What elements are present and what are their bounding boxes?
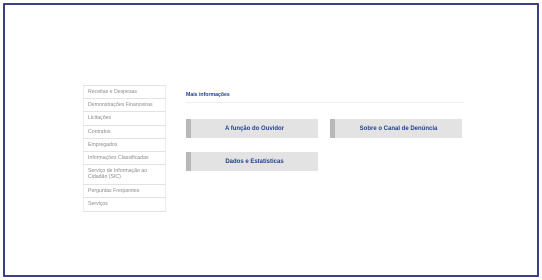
sidebar-menu: Receitas e Despesas Demonstrações Financ…	[83, 85, 166, 212]
sidebar-item-contratos[interactable]: Contratos	[83, 125, 166, 139]
more-info-title: Mais informações	[186, 92, 464, 103]
ouvidor-function-label: A função do Ouvidor	[224, 125, 285, 132]
ouvidor-function-button[interactable]: A função do Ouvidor	[186, 119, 318, 138]
sidebar-item-empregados[interactable]: Empregados	[83, 138, 166, 152]
sidebar-item-sic[interactable]: Serviço de Informação ao Cidadão (SIC)	[83, 165, 166, 186]
more-info-section: Mais informações	[186, 92, 464, 103]
sidebar-item-informacoes-classificadas[interactable]: Informações Classificadas	[83, 151, 166, 166]
sidebar-item-demonstracoes-financeiras[interactable]: Demonstrações Financeiras	[83, 99, 166, 113]
sidebar-item-receitas-despesas[interactable]: Receitas e Despesas	[83, 86, 166, 100]
sidebar-item-perguntas-frequentes[interactable]: Perguntas Frequentes	[83, 185, 166, 199]
sidebar-item-servicos[interactable]: Serviços	[83, 198, 166, 212]
data-statistics-label: Dados e Estatísticas	[225, 158, 284, 165]
complaint-channel-button[interactable]: Sobre o Canal de Denúncia	[330, 119, 462, 138]
sidebar-item-licitacoes[interactable]: Licitações	[83, 112, 166, 126]
data-statistics-button[interactable]: Dados e Estatísticas	[186, 152, 318, 171]
complaint-channel-label: Sobre o Canal de Denúncia	[359, 125, 438, 132]
